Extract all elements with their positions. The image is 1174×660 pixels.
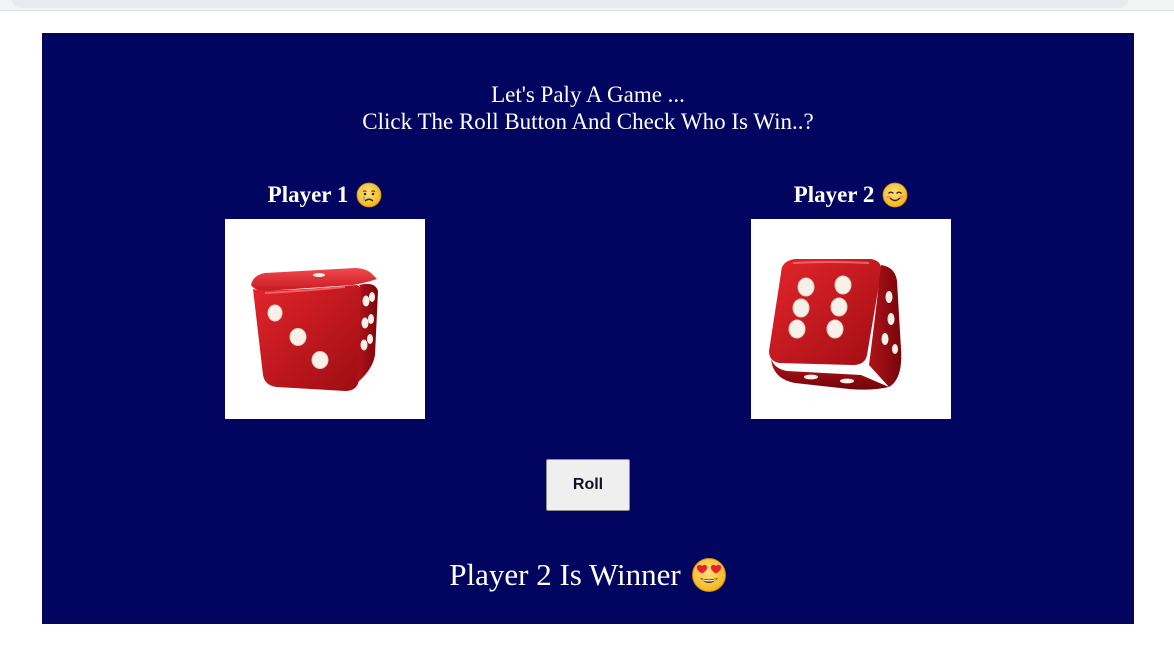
player-1-dice [225,219,425,419]
intro-text: Let's Paly A Game ... Click The Roll But… [42,81,1134,135]
intro-line-1: Let's Paly A Game ... [491,82,685,107]
roll-button[interactable]: Roll [546,459,630,511]
player-2-heading: Player 2 [751,180,951,210]
player-1-heading: Player 1 [225,180,425,210]
smiling-face-icon [882,182,908,208]
address-bar[interactable] [12,0,1128,8]
sad-face-icon [356,182,382,208]
heart-eyes-face-icon [691,558,726,592]
player-1-section: Player 1 [225,180,425,419]
intro-line-2: Click The Roll Button And Check Who Is W… [362,109,814,134]
player-2-label: Player 2 [793,182,875,207]
player-1-label: Player 1 [267,182,349,207]
browser-toolbar [0,0,1174,11]
dice-six-icon [769,259,902,390]
winner-text: Player 2 Is Winner [449,557,681,592]
player-2-dice [751,219,951,419]
dice-three-icon [251,268,378,391]
winner-message: Player 2 Is Winner [42,555,1134,595]
player-2-section: Player 2 [751,180,951,419]
game-panel: Let's Paly A Game ... Click The Roll But… [42,33,1134,624]
